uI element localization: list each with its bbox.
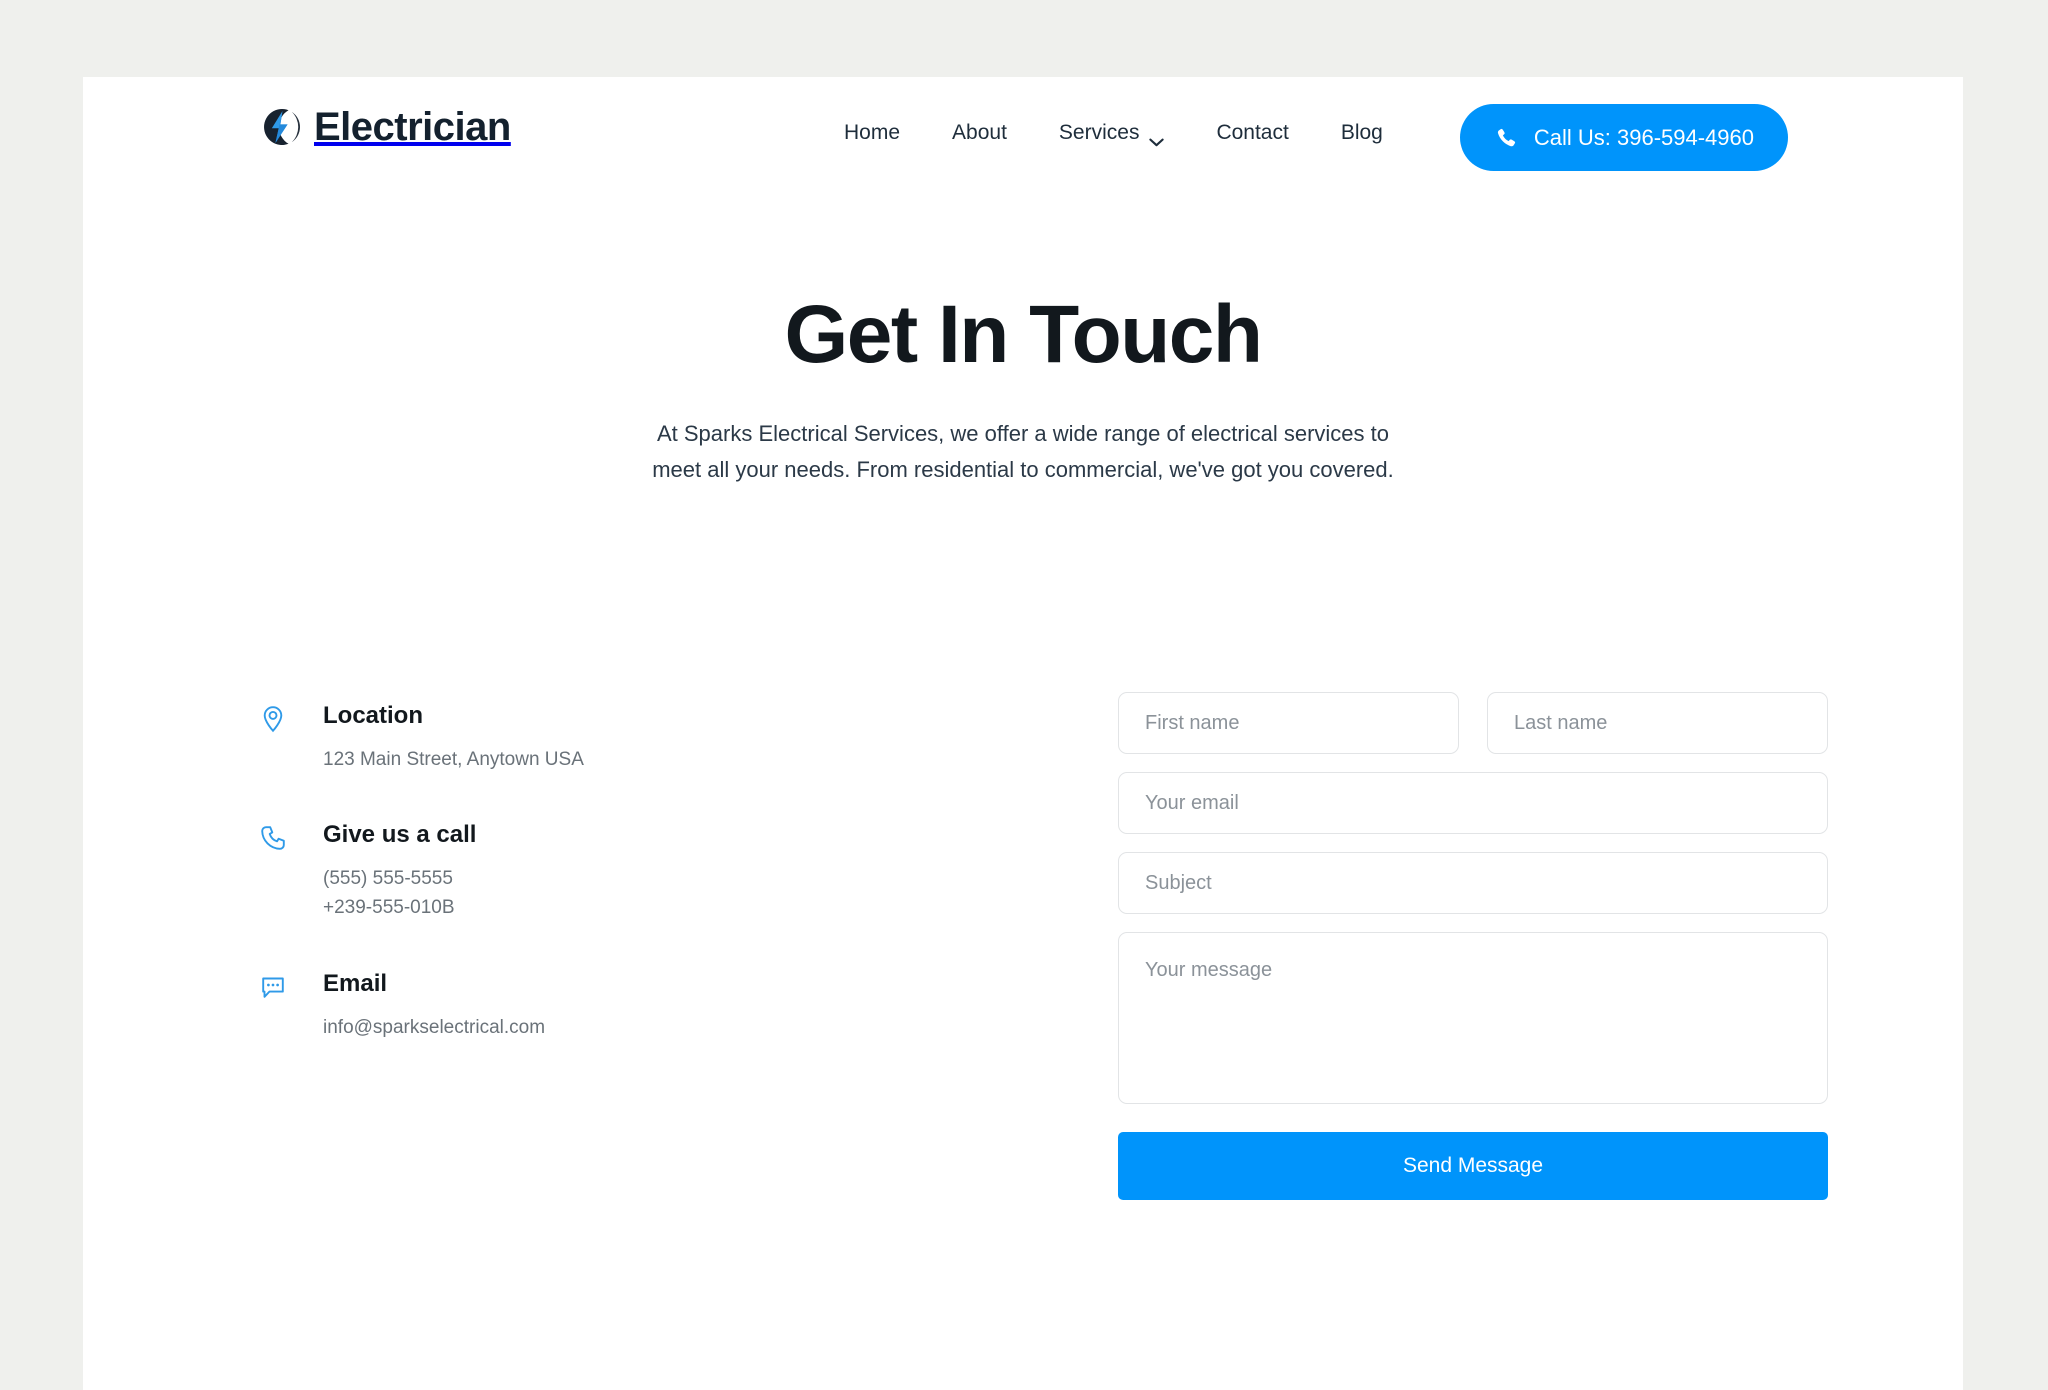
contact-info-phone-title: Give us a call <box>323 821 477 849</box>
contact-info-email-title: Email <box>323 969 388 997</box>
nav-item-services[interactable]: Services <box>1033 113 1191 153</box>
nav-item-contact[interactable]: Contact <box>1190 113 1314 153</box>
site-header: Electrician Home About Services Contact <box>83 77 1963 187</box>
subject-input[interactable] <box>1118 852 1828 914</box>
nav-item-about-label: About <box>952 121 1007 144</box>
contact-info-list: Location 123 Main Street, Anytown USA Gi… <box>258 702 728 1042</box>
brand-name: Electrician <box>314 105 511 149</box>
hero-subtitle: At Sparks Electrical Services, we offer … <box>652 421 1394 483</box>
call-us-button-label: Call Us: 396-594-4960 <box>1533 124 1754 150</box>
contact-info-email-address: info@sparkselectrical.com <box>323 1016 546 1038</box>
lightning-bolt-circle-logo-icon <box>258 105 302 149</box>
hero-section: Get In Touch At Sparks Electrical Servic… <box>83 289 1963 489</box>
map-pin-icon <box>258 704 288 734</box>
contact-info-phone-primary: (555) 555-5555 <box>323 868 453 890</box>
contact-form: Send Message <box>1118 692 1828 1200</box>
last-name-input[interactable] <box>1487 692 1828 754</box>
contact-info-phone-secondary: +239-555-010B <box>323 897 455 919</box>
phone-icon <box>1494 126 1518 150</box>
nav-item-contact-label: Contact <box>1216 121 1289 144</box>
message-textarea[interactable] <box>1118 932 1828 1104</box>
nav-item-blog[interactable]: Blog <box>1315 113 1409 153</box>
contact-info-phone: Give us a call (555) 555-5555 +239-555-0… <box>258 821 728 923</box>
page-canvas: Electrician Home About Services Contact <box>83 77 1963 1390</box>
contact-section: Location 123 Main Street, Anytown USA Gi… <box>83 617 1963 1257</box>
chat-bubble-icon <box>258 972 288 1002</box>
contact-info-location-address: 123 Main Street, Anytown USA <box>323 748 584 770</box>
chevron-down-icon <box>1149 129 1165 146</box>
nav-item-blog-label: Blog <box>1340 121 1383 144</box>
name-field-row <box>1118 692 1828 754</box>
nav-item-services-label: Services <box>1058 121 1140 144</box>
main-nav: Home About Services Contact Blog <box>818 113 1409 153</box>
phone-icon <box>258 823 288 853</box>
contact-info-email: Email info@sparkselectrical.com <box>258 970 728 1042</box>
first-name-input[interactable] <box>1118 692 1459 754</box>
nav-item-home-label: Home <box>844 121 901 144</box>
email-input[interactable] <box>1118 772 1828 834</box>
nav-item-about[interactable]: About <box>926 113 1033 153</box>
send-message-button[interactable]: Send Message <box>1118 1132 1828 1200</box>
contact-info-location-title: Location <box>323 702 423 729</box>
page-title: Get In Touch <box>784 289 1263 380</box>
brand-logo-link[interactable]: Electrician <box>258 105 511 149</box>
contact-info-location: Location 123 Main Street, Anytown USA <box>258 702 728 774</box>
nav-item-home[interactable]: Home <box>818 113 926 153</box>
call-us-button[interactable]: Call Us: 396-594-4960 <box>1459 104 1788 171</box>
